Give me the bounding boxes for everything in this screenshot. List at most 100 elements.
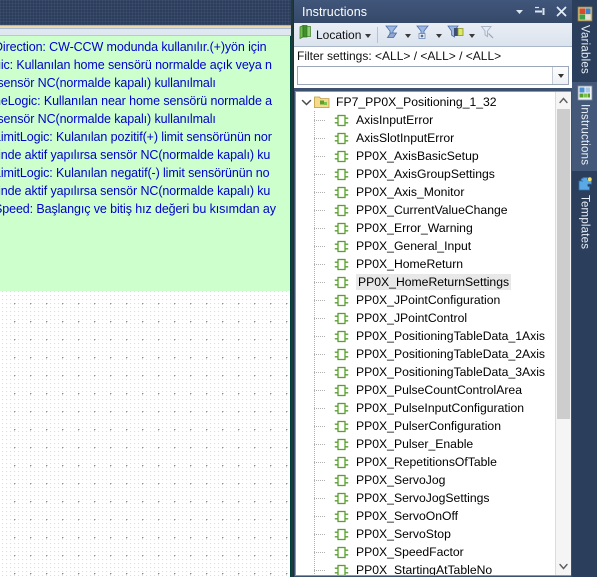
tree-guide-line-h (314, 534, 326, 535)
tree-item[interactable]: PP0X_Error_Warning (296, 219, 555, 237)
tab-templates-label: Templates (578, 195, 591, 250)
tab-variables[interactable]: Variables (572, 3, 597, 80)
comment-line: LimitLogic: Kulanılan pozitif(+) limit s… (0, 130, 272, 144)
tree-expander-icon[interactable] (300, 96, 313, 109)
templates-icon (577, 176, 593, 192)
location-button[interactable]: Location (296, 24, 373, 45)
instructions-toolbar: Location (294, 23, 572, 47)
tree-item-label: PP0X_RepetitionsOfTable (356, 455, 497, 469)
panel-title: Instructions (302, 4, 368, 19)
tree-item-label: PP0X_CurrentValueChange (356, 203, 508, 217)
tree-item[interactable]: PP0X_Axis_Monitor (296, 183, 555, 201)
toolbar-separator (377, 26, 379, 43)
instructions-tree-list[interactable]: FP7_PP0X_Positioning_1_32 AxisInputError A… (296, 92, 555, 575)
tree-item[interactable]: PP0X_PositioningTableData_2Axis (296, 345, 555, 363)
comment-line: Speed: Başlangıç ve bitiş hız değeri bu … (0, 202, 276, 216)
tree-guide-line-h (314, 390, 326, 391)
ladder-comment-block[interactable]: Direction: CW-CCW modunda kullanılır.(+)… (0, 36, 291, 291)
tree-item-label: PP0X_PositioningTableData_2Axis (356, 347, 546, 361)
tree-item[interactable]: PP0X_Pulser_Enable (296, 435, 555, 453)
tree-item[interactable]: PP0X_PositioningTableData_3Axis (296, 363, 555, 381)
filter-settings-label: Filter settings: <ALL> / <ALL> / <ALL> (294, 47, 572, 66)
tree-item-label: AxisInputError (356, 113, 434, 127)
ladder-editor-pane: Direction: CW-CCW modunda kullanılır.(+)… (0, 0, 293, 577)
scroll-up-arrow-icon[interactable] (556, 92, 571, 109)
tree-item[interactable]: PP0X_PulserConfiguration (296, 417, 555, 435)
dropdown-menu-button[interactable] (512, 4, 526, 19)
tree-guide-line-h (314, 156, 326, 157)
tree-guide-line-h (314, 138, 326, 139)
tree-guide-line-h (314, 300, 326, 301)
tree-item[interactable]: PP0X_JPointControl (296, 309, 555, 327)
tree-root-item[interactable]: FP7_PP0X_Positioning_1_32 (296, 93, 555, 111)
tree-guide-line-h (314, 570, 326, 571)
tree-vertical-scrollbar[interactable] (555, 92, 571, 575)
tree-item[interactable]: PP0X_HomeReturn (296, 255, 555, 273)
tree-item[interactable]: PP0X_StartingAtTableNo (296, 561, 555, 575)
tab-instructions[interactable]: Instructions (572, 81, 597, 172)
auto-hide-button[interactable] (533, 4, 547, 19)
comment-line: neLogic: Kullanılan near home sensörü no… (0, 94, 273, 108)
tree-item[interactable]: PP0X_AxisGroupSettings (296, 165, 555, 183)
tree-item-label: PP0X_SpeedFactor (356, 545, 464, 559)
instructions-titlebar[interactable]: Instructions (294, 0, 572, 23)
tree-item-label: PP0X_JPointConfiguration (356, 293, 501, 307)
add-filter-button[interactable] (413, 25, 444, 45)
chevron-down-icon[interactable] (365, 34, 372, 38)
function-block-icon (334, 294, 349, 307)
scrollbar-thumb[interactable] (557, 109, 570, 419)
filter-dropdown-button[interactable] (552, 67, 568, 84)
tree-item[interactable]: PP0X_ServoJog (296, 471, 555, 489)
funnel-clear-icon (479, 24, 495, 45)
tree-item[interactable]: PP0X_ServoJogSettings (296, 489, 555, 507)
function-block-icon (334, 204, 349, 217)
tree-guide-line-h (314, 354, 326, 355)
comment-line: sensör NC(normalde kapalı) kullanılmalı (0, 112, 216, 126)
function-block-icon (334, 456, 349, 469)
comment-line: rinde aktif yapılırsa sensör NC(normalde… (0, 148, 271, 162)
tree-item[interactable]: PP0X_CurrentValueChange (296, 201, 555, 219)
tree-item[interactable]: PP0X_JPointConfiguration (296, 291, 555, 309)
edit-filter-button[interactable] (444, 25, 477, 45)
tree-item[interactable]: PP0X_ServoOnOff (296, 507, 555, 525)
tree-item[interactable]: PP0X_AxisBasicSetup (296, 147, 555, 165)
tree-item[interactable]: PP0X_PulseCountControlArea (296, 381, 555, 399)
tree-item-label: PP0X_PositioningTableData_3Axis (356, 365, 546, 379)
tree-guide-line-h (314, 336, 326, 337)
scroll-down-arrow-icon[interactable] (556, 558, 571, 575)
close-icon[interactable] (554, 4, 568, 19)
tree-item-label: PP0X_Error_Warning (356, 221, 473, 235)
tree-guide-line-h (314, 372, 326, 373)
tree-item[interactable]: AxisInputError (296, 111, 555, 129)
function-block-icon (334, 168, 349, 181)
filter-combo-wrapper (294, 66, 572, 88)
filter-input[interactable] (298, 67, 552, 84)
tree-item[interactable]: PP0X_PositioningTableData_1Axis (296, 327, 555, 345)
function-block-icon (334, 420, 349, 433)
filter-button[interactable] (382, 25, 413, 45)
filter-combobox[interactable] (297, 66, 569, 85)
editor-top-chrome (0, 0, 293, 25)
tree-item[interactable]: AxisSlotInputError (296, 129, 555, 147)
tree-item-label: PP0X_HomeReturnSettings (356, 274, 512, 290)
clear-filter-button[interactable] (477, 25, 497, 45)
tree-item-label: PP0X_HomeReturn (356, 257, 464, 271)
function-block-icon (334, 510, 349, 523)
chevron-down-icon[interactable] (436, 34, 443, 38)
tree-guide-line-h (314, 174, 326, 175)
tree-item[interactable]: PP0X_General_Input (296, 237, 555, 255)
tree-item[interactable]: PP0X_RepetitionsOfTable (296, 453, 555, 471)
instructions-tree[interactable]: FP7_PP0X_Positioning_1_32 AxisInputError A… (295, 91, 571, 576)
ladder-diagram-grid[interactable] (0, 291, 291, 577)
comment-line: Direction: CW-CCW modunda kullanılır.(+)… (0, 40, 267, 54)
tab-templates[interactable]: Templates (572, 173, 597, 255)
tree-item[interactable]: PP0X_PulseInputConfiguration (296, 399, 555, 417)
tree-item-label: AxisSlotInputError (356, 131, 455, 145)
tree-guide-line-h (314, 192, 326, 193)
function-block-icon (334, 114, 349, 127)
chevron-down-icon[interactable] (405, 34, 412, 38)
chevron-down-icon[interactable] (469, 34, 476, 38)
tree-item[interactable]: PP0X_HomeReturnSettings (296, 273, 555, 291)
tree-item[interactable]: PP0X_SpeedFactor (296, 543, 555, 561)
tree-item[interactable]: PP0X_ServoStop (296, 525, 555, 543)
